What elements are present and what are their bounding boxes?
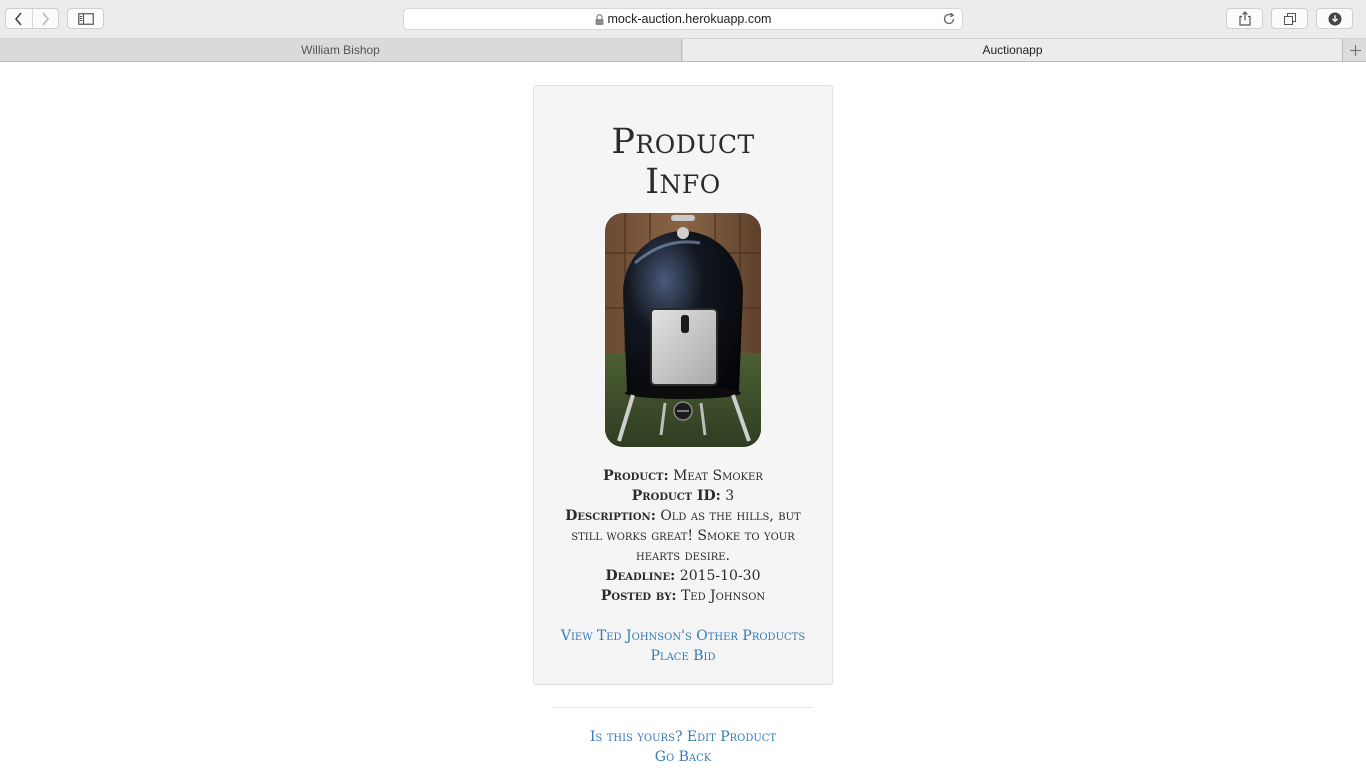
deadline-value: 2015-10-30	[679, 568, 761, 584]
product-name-row: Product: Meat Smoker	[548, 466, 818, 486]
plus-icon	[1349, 44, 1361, 56]
go-back-link[interactable]: Go Back	[655, 749, 711, 765]
tab-auctionapp[interactable]: Auctionapp	[683, 39, 1342, 61]
posted-by-value: Ted Johnson	[680, 588, 766, 604]
share-button[interactable]	[1226, 8, 1263, 29]
product-image	[605, 213, 761, 447]
product-details: Product: Meat Smoker Product ID: 3 Descr…	[548, 466, 818, 606]
sidebar-toggle-button[interactable]	[67, 8, 104, 29]
card-links: View Ted Johnson's Other Products Place …	[548, 626, 818, 666]
footer-links: Is this yours? Edit Product Go Back	[533, 727, 833, 767]
product-card: Product Info Product: Meat Smoker Produc…	[533, 85, 833, 685]
divider	[553, 707, 813, 708]
show-tabs-button[interactable]	[1271, 8, 1308, 29]
tab-label: William Bishop	[301, 43, 380, 57]
view-other-products-link[interactable]: View Ted Johnson's Other Products	[561, 628, 805, 644]
tab-label: Auctionapp	[982, 43, 1043, 57]
edit-product-link[interactable]: Is this yours? Edit Product	[590, 729, 776, 745]
product-id-value: 3	[725, 488, 735, 504]
url-text: mock-auction.herokuapp.com	[607, 12, 772, 26]
lock-icon	[595, 13, 604, 25]
sidebar-icon	[77, 12, 94, 25]
title-line-1: Product	[611, 122, 755, 162]
tabs-icon	[1283, 12, 1296, 25]
title-line-2: Info	[645, 162, 721, 202]
address-bar[interactable]: mock-auction.herokuapp.com	[403, 8, 963, 30]
place-bid-link[interactable]: Place Bid	[651, 648, 716, 664]
description-row: Description: Old as the hills, but still…	[548, 506, 818, 566]
posted-by-row: Posted by: Ted Johnson	[548, 586, 818, 606]
page-title: Product Info	[534, 122, 832, 202]
reload-icon[interactable]	[942, 12, 956, 31]
product-label: Product:	[603, 468, 669, 484]
tab-bar: William Bishop Auctionapp	[0, 39, 1366, 62]
description-label: Description:	[565, 508, 656, 524]
posted-by-label: Posted by:	[600, 588, 677, 604]
share-icon	[1238, 11, 1251, 26]
nav-buttons	[5, 8, 59, 29]
deadline-label: Deadline:	[605, 568, 676, 584]
chevron-left-icon	[14, 11, 22, 26]
browser-toolbar: mock-auction.herokuapp.com	[0, 0, 1366, 39]
deadline-row: Deadline: 2015-10-30	[548, 566, 818, 586]
download-icon	[1328, 12, 1341, 25]
forward-button[interactable]	[32, 9, 58, 28]
downloads-button[interactable]	[1316, 8, 1353, 29]
tab-william-bishop[interactable]: William Bishop	[0, 39, 682, 61]
new-tab-button[interactable]	[1342, 39, 1366, 61]
product-value: Meat Smoker	[673, 468, 763, 484]
chevron-right-icon	[42, 11, 50, 26]
product-id-label: Product ID:	[631, 488, 721, 504]
page-content: Product Info Product: Meat Smoker Produc…	[0, 62, 1366, 768]
product-id-row: Product ID: 3	[548, 486, 818, 506]
back-button[interactable]	[6, 9, 33, 28]
